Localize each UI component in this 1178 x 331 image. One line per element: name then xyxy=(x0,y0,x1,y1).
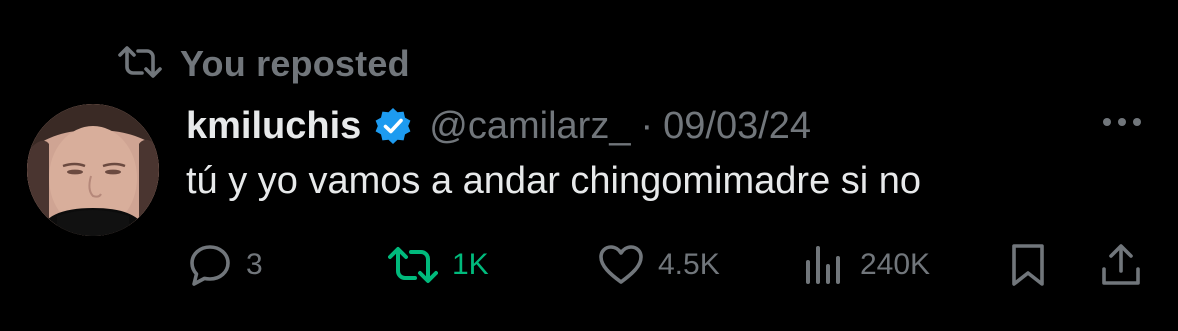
repost-count: 1K xyxy=(452,248,489,281)
like-button[interactable]: 4.5K xyxy=(598,240,720,290)
repost-banner: You reposted xyxy=(118,40,410,88)
like-count: 4.5K xyxy=(658,248,720,281)
bookmark-icon xyxy=(1010,243,1046,287)
repost-banner-label: You reposted xyxy=(180,43,410,84)
bookmark-button[interactable] xyxy=(1010,240,1046,290)
separator-dot: · xyxy=(640,104,654,147)
views-button[interactable]: 240K xyxy=(802,240,930,290)
tweet-text: tú y yo vamos a andar chingomimadre si n… xyxy=(186,160,922,202)
repost-icon xyxy=(388,245,438,285)
views-count: 240K xyxy=(860,248,931,281)
views-icon xyxy=(802,244,846,286)
tweet-header: kmiluchis @camilarz_ · 09/03/24 xyxy=(186,96,811,156)
repost-icon xyxy=(118,45,162,84)
verified-badge-icon xyxy=(373,106,413,146)
reply-icon xyxy=(188,243,232,287)
tweet-date[interactable]: 09/03/24 xyxy=(663,105,811,148)
reply-button[interactable]: 3 xyxy=(188,240,263,290)
more-icon xyxy=(1101,115,1143,133)
more-options-button[interactable] xyxy=(1099,106,1145,142)
share-icon xyxy=(1100,243,1142,287)
avatar[interactable] xyxy=(27,104,159,236)
repost-button[interactable]: 1K xyxy=(388,240,489,290)
share-button[interactable] xyxy=(1100,240,1142,290)
user-handle[interactable]: @camilarz_ xyxy=(429,105,630,148)
reply-count: 3 xyxy=(246,248,263,281)
display-name[interactable]: kmiluchis xyxy=(186,105,361,148)
heart-icon xyxy=(598,244,644,286)
